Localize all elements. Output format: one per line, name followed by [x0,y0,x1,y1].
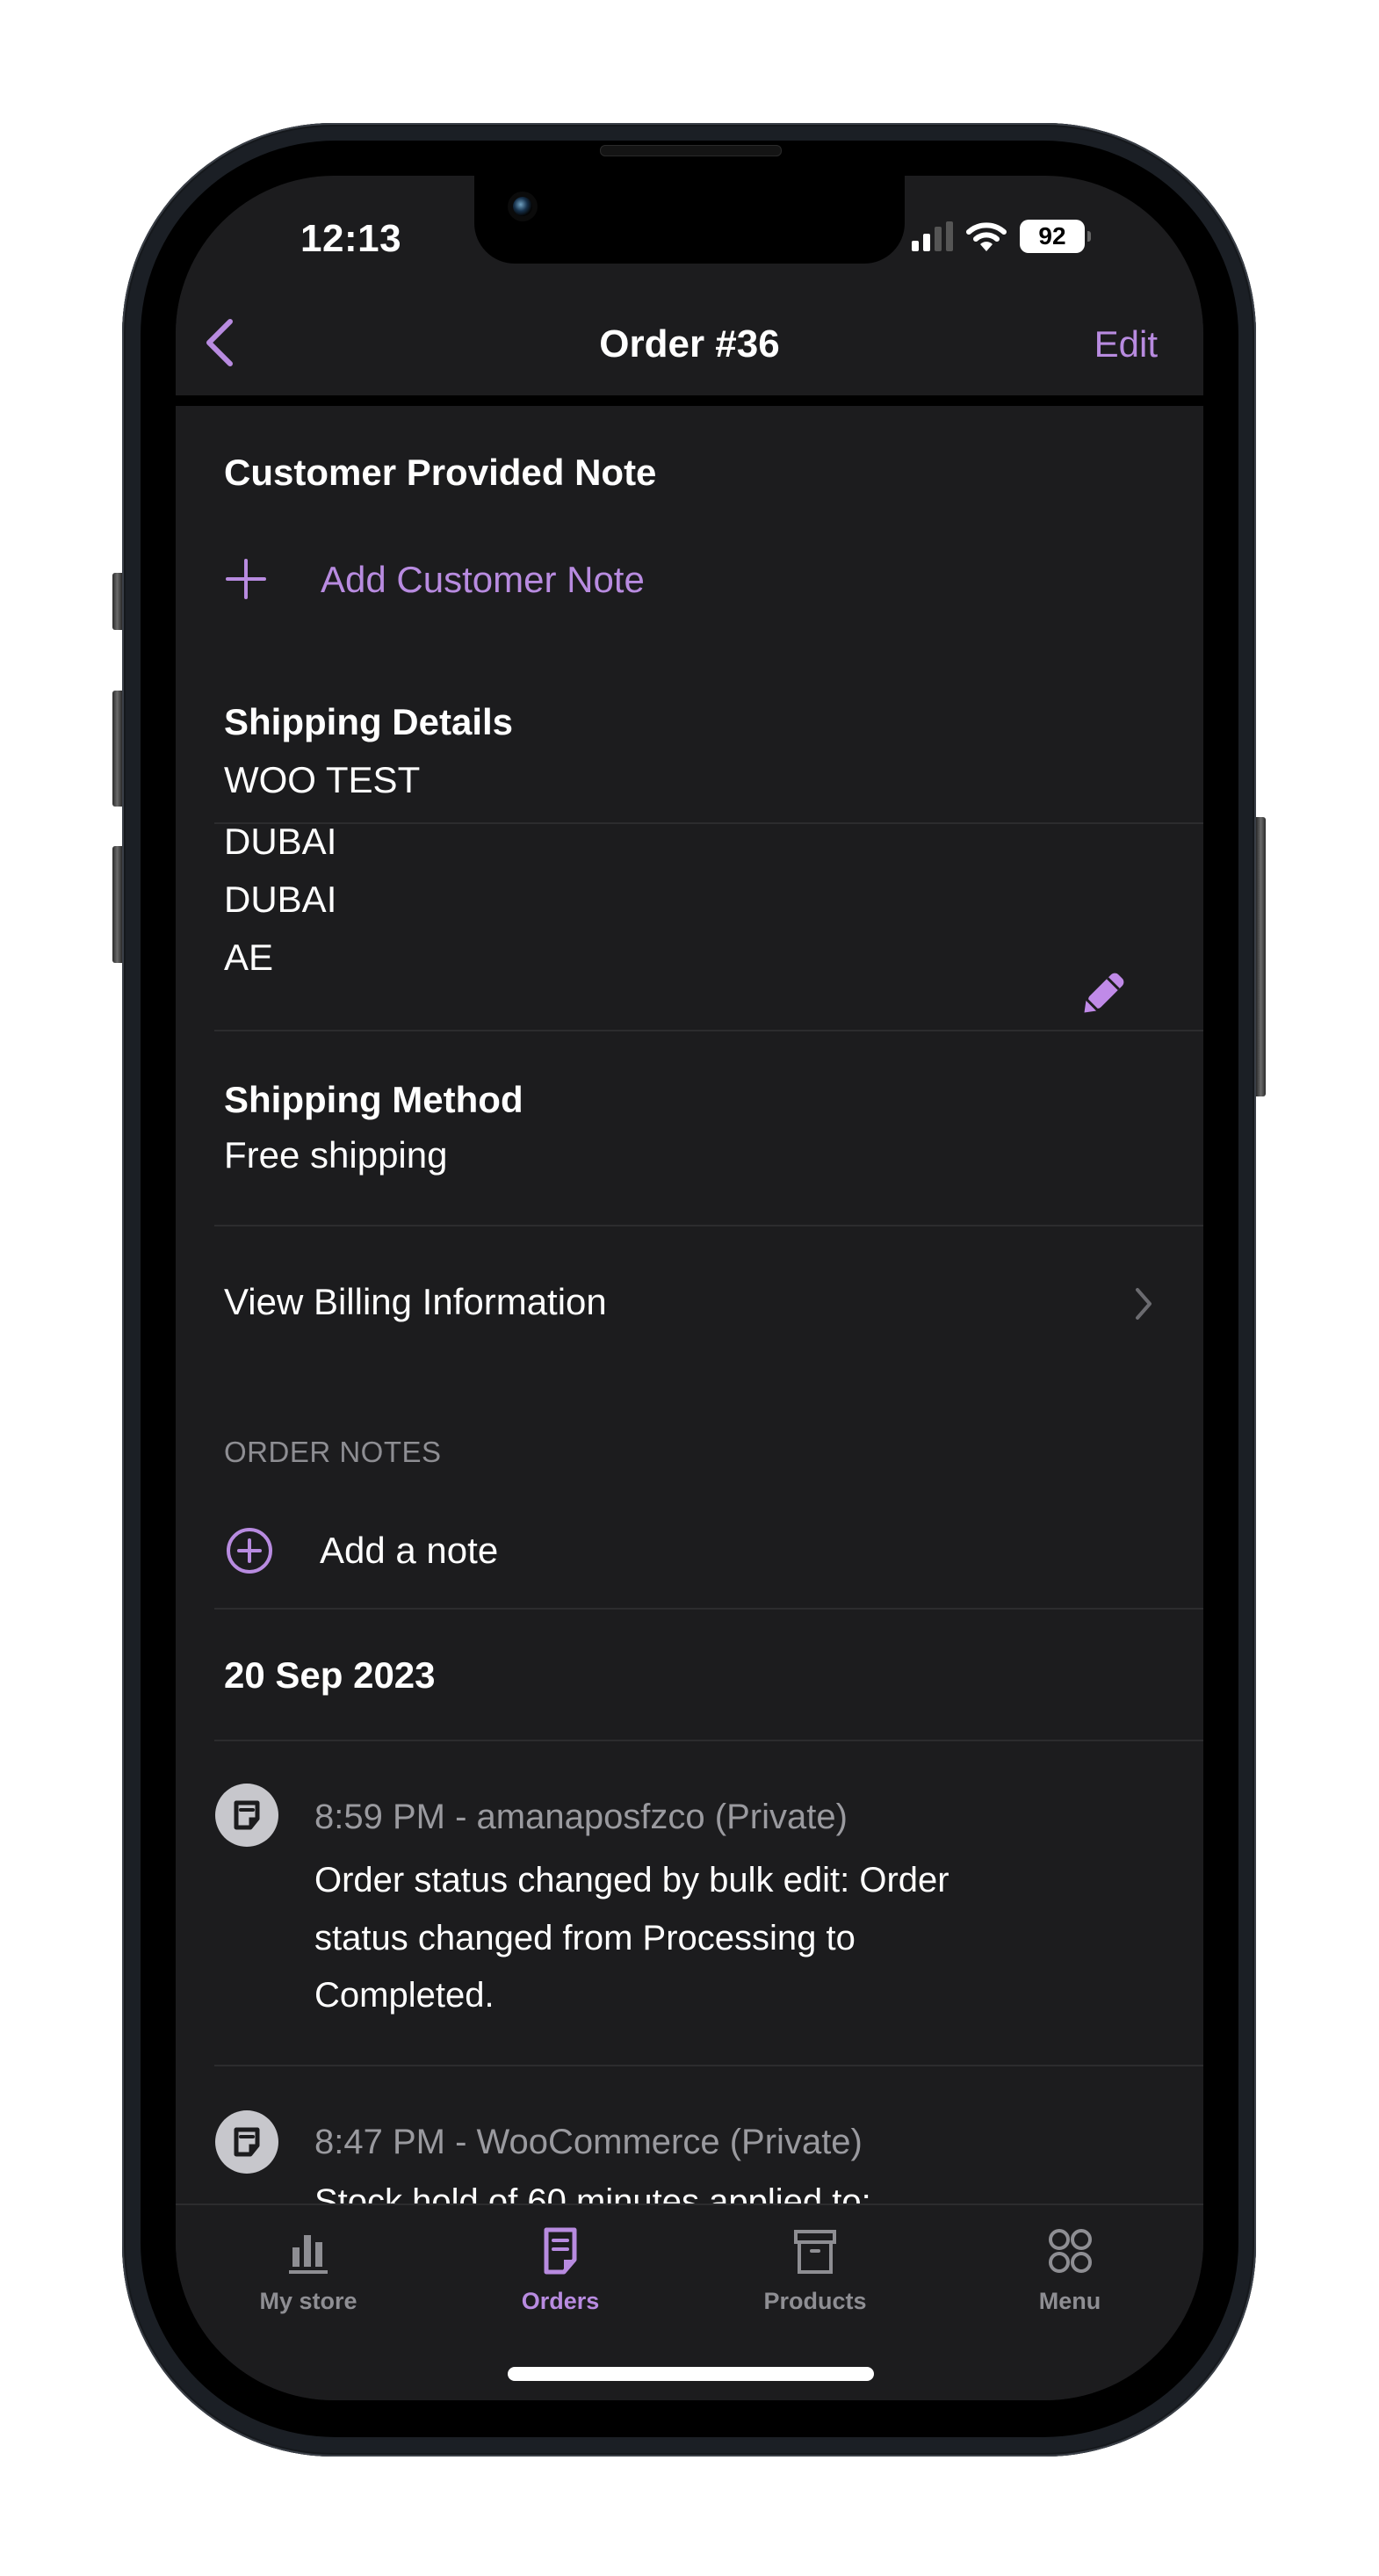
note-body-line: Completed. [314,1976,495,2015]
edit-button[interactable]: Edit [1094,323,1158,365]
nav-separator [176,395,1203,406]
shipping-address-line: AE [224,937,274,978]
tab-label: Orders [521,2288,600,2314]
order-details-card: Customer Provided Note Add Customer Note… [176,406,1203,1378]
tab-menu[interactable]: Menu [982,2225,1158,2330]
note-icon [215,1784,278,1847]
add-customer-note-label: Add Customer Note [321,559,645,600]
notes-date-header: 20 Sep 2023 [224,1654,436,1696]
divider [214,1608,1203,1610]
view-billing-row[interactable]: View Billing Information [176,1226,1203,1378]
note-meta: 8:59 PM - amanaposfzco (Private) [314,1798,848,1836]
tab-my-store[interactable]: My store [220,2225,396,2330]
add-note-button[interactable]: Add a note [211,1509,738,1589]
tab-orders[interactable]: Orders [473,2225,648,2330]
note-body-line: status changed from Processing to [314,1919,856,1957]
note-body-line: Order status changed by bulk edit: Order [314,1861,949,1899]
bar-chart-icon [289,2235,328,2274]
cellular-signal-icon [912,221,953,251]
status-time: 12:13 [300,217,402,260]
wifi-icon [966,222,1007,251]
plus-icon [226,559,266,599]
note-icon [215,2110,278,2174]
menu-grid-icon [1049,2229,1092,2273]
tab-label: My store [259,2288,357,2314]
customer-note-title: Customer Provided Note [224,452,657,493]
chevron-right-icon [1136,1288,1152,1320]
shipping-details-title: Shipping Details [224,701,514,742]
view-billing-label: View Billing Information [224,1281,607,1322]
phone-screen: 12:13 92 Order #36 Edit Customer Provide… [176,176,1203,2400]
edit-shipping-button[interactable] [1072,964,1133,1025]
order-note-item: 8:59 PM - amanaposfzco (Private) Order s… [176,1741,1203,2065]
shipping-address-line: WOO TEST [224,759,421,800]
tab-label: Menu [1038,2288,1101,2314]
add-note-label: Add a note [320,1530,499,1571]
shipping-address-line: DUBAI [224,821,337,862]
status-icons: 92 [912,220,1091,253]
add-customer-note-button[interactable]: Add Customer Note [211,538,738,617]
tab-label: Products [763,2288,867,2314]
notch [474,176,905,264]
shipping-method-title: Shipping Method [224,1079,523,1120]
divider [214,1030,1203,1031]
shipping-method-value: Free shipping [224,1134,448,1176]
volume-down-button [112,846,122,963]
navigation-bar: Order #36 Edit [176,290,1203,395]
note-meta: 8:47 PM - WooCommerce (Private) [314,2123,863,2161]
box-icon [794,2230,836,2274]
power-button [1256,817,1266,1096]
plus-circle-icon [227,1528,272,1574]
order-notes-section-label: ORDER NOTES [224,1436,442,1468]
tab-products[interactable]: Products [727,2225,903,2330]
pencil-icon [1084,973,1124,1013]
shipping-address-line: DUBAI [224,879,337,920]
volume-up-button [112,691,122,807]
divider [214,822,1203,824]
mute-switch [112,573,122,630]
order-notes-card: Add a note 20 Sep 2023 8:59 PM - amanapo… [176,1491,1203,2221]
orders-icon [544,2227,577,2275]
battery-indicator: 92 [1020,220,1091,253]
earpiece-speaker [600,145,782,156]
home-indicator[interactable] [508,2367,874,2381]
front-camera [513,197,532,216]
page-title: Order #36 [599,322,780,365]
